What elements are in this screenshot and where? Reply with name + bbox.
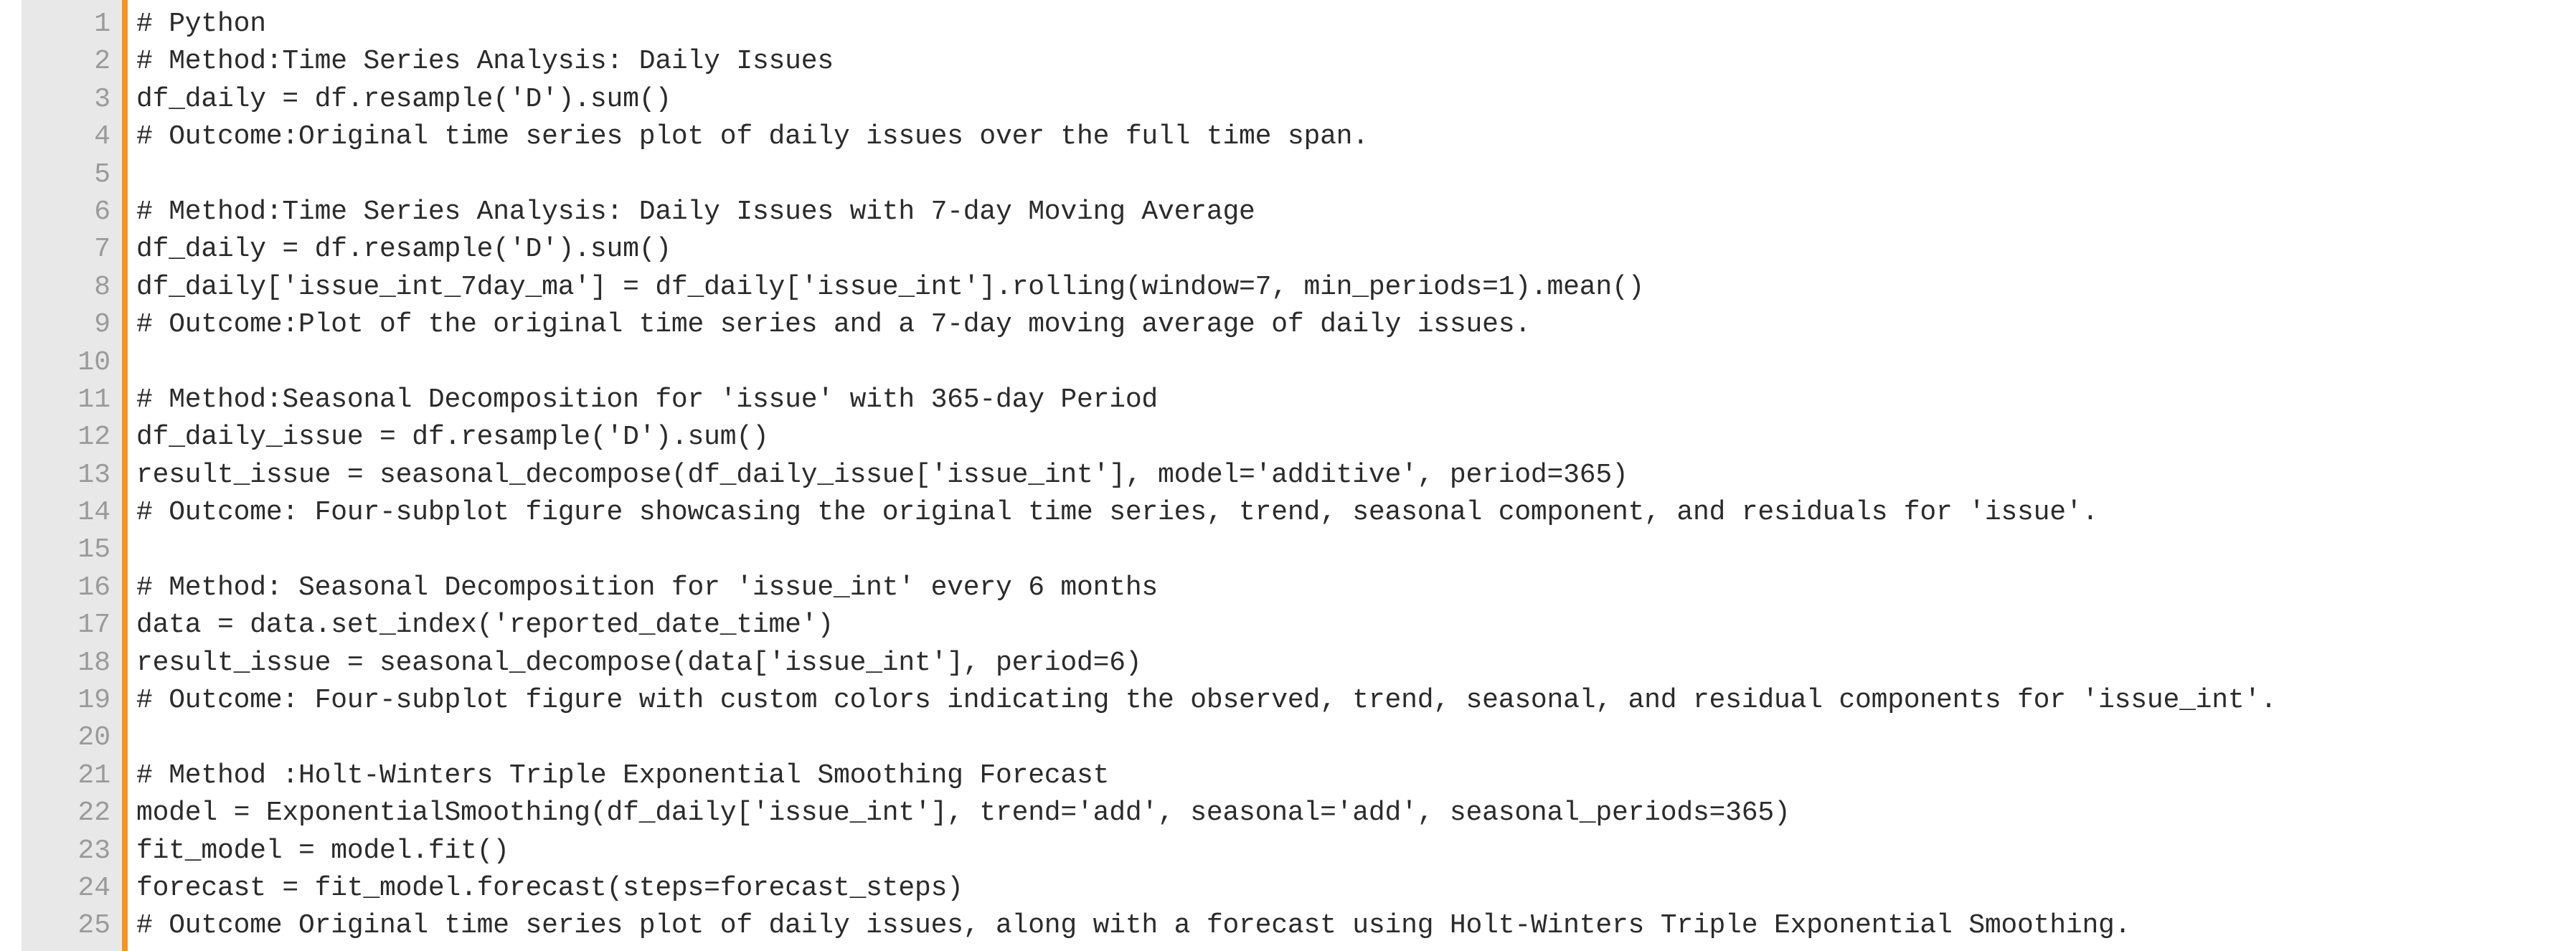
line-number: 15 (77, 534, 110, 566)
line-number: 4 (94, 121, 110, 153)
line-number: 5 (94, 158, 110, 190)
line-number: 8 (94, 271, 110, 303)
line-number: 24 (77, 872, 110, 904)
line-number: 1 (94, 9, 110, 39)
code-line-list: # Python # Method:Time Series Analysis: D… (133, 6, 2576, 945)
code-line: # Method :Holt-Winters Triple Exponentia… (136, 760, 1110, 791)
code-line: # Outcome: Four-subplot figure with cust… (136, 685, 2277, 716)
line-number: 13 (77, 459, 110, 491)
line-number: 18 (77, 647, 110, 678)
line-number: 21 (77, 760, 110, 791)
code-line: # Outcome Original time series plot of d… (136, 910, 2131, 942)
line-number: 19 (77, 685, 110, 716)
line-number: 22 (77, 798, 110, 829)
line-number: 2 (94, 46, 110, 77)
line-number: 20 (77, 722, 110, 754)
code-line: # Method:Seasonal Decomposition for 'iss… (136, 384, 1159, 415)
line-number: 10 (77, 346, 110, 378)
code-line: # Method: Seasonal Decomposition for 'is… (136, 572, 1159, 603)
line-number: 7 (94, 234, 110, 265)
line-number: 23 (77, 835, 110, 866)
code-line: df_daily = df.resample('D').sum() (136, 234, 671, 265)
line-number: 9 (94, 309, 110, 341)
code-line: forecast = fit_model.forecast(steps=fore… (136, 872, 963, 904)
line-number: 6 (94, 196, 110, 227)
line-number: 14 (77, 497, 110, 529)
code-line: df_daily = df.resample('D').sum() (136, 83, 671, 115)
code-line: # Method:Time Series Analysis: Daily Iss… (136, 46, 834, 77)
line-number: 11 (77, 384, 110, 415)
line-number: 16 (77, 572, 110, 603)
code-line: result_issue = seasonal_decompose(df_dai… (136, 459, 1628, 491)
code-line: result_issue = seasonal_decompose(data['… (136, 647, 1142, 678)
line-number: 3 (94, 83, 110, 115)
code-line: # Method:Time Series Analysis: Daily Iss… (136, 196, 1255, 227)
code-line: df_daily_issue = df.resample('D').sum() (136, 422, 769, 453)
code-line: df_daily['issue_int_7day_ma'] = df_daily… (136, 271, 1645, 303)
line-number: 12 (77, 422, 110, 453)
code-line: # Outcome:Plot of the original time seri… (136, 309, 1531, 341)
line-number: 25 (77, 910, 110, 942)
code-line: fit_model = model.fit() (136, 835, 509, 866)
line-number-list: 1 2 3 4 5 6 7 8 9 10 11 12 13 14 15 16 17 18 19 20 21 22 23 24 2… (22, 6, 122, 945)
code-line: data = data.set_index('reported_date_tim… (136, 610, 834, 641)
code-line: # Outcome: Four-subplot figure showcasin… (136, 497, 2099, 529)
line-number-gutter: 1 2 3 4 5 6 7 8 9 10 11 12 13 14 15 16 17 18 19 20 21 22 23 24 2… (22, 0, 128, 951)
code-line: model = ExponentialSmoothing(df_daily['i… (136, 798, 1791, 829)
line-number: 17 (77, 610, 110, 641)
code-content-area[interactable]: # Python # Method:Time Series Analysis: D… (133, 0, 2576, 951)
code-line: # Python (136, 9, 266, 39)
code-block: 1 2 3 4 5 6 7 8 9 10 11 12 13 14 15 16 17 18 19 20 21 22 23 24 2… (0, 0, 2576, 951)
code-line: # Outcome:Original time series plot of d… (136, 121, 1369, 153)
